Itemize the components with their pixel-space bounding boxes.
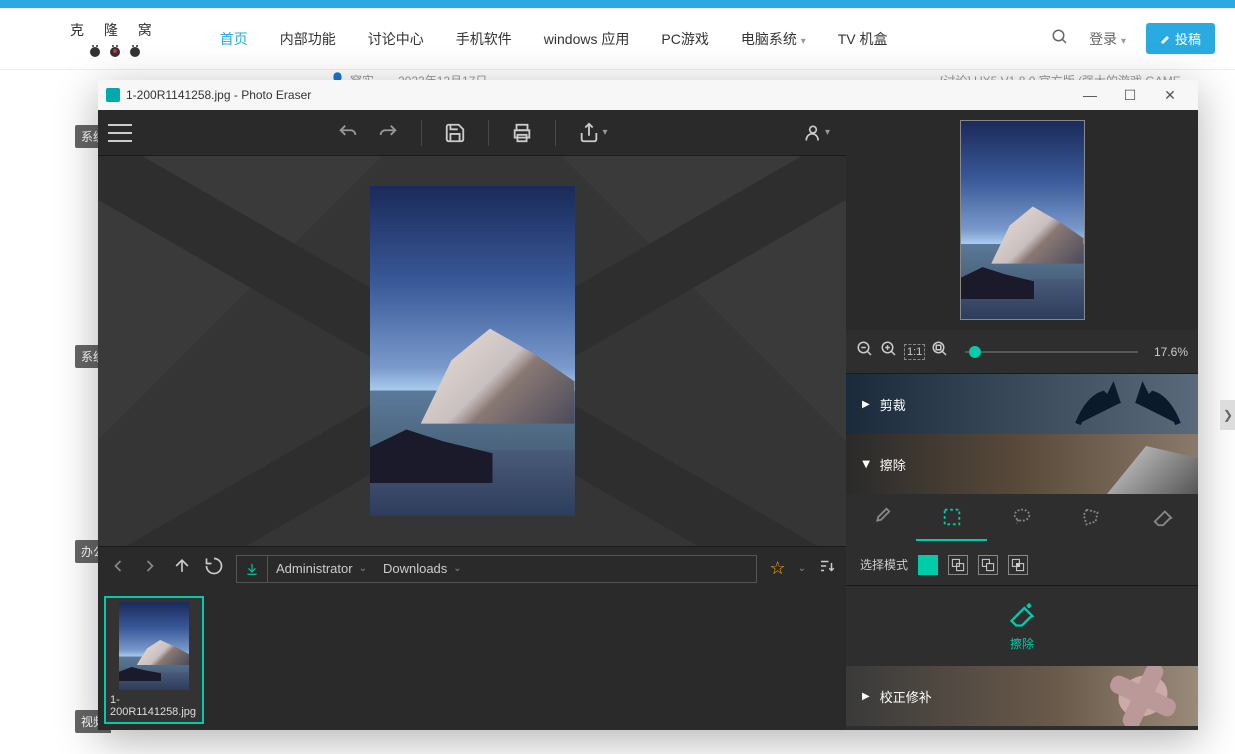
maximize-button[interactable]: ☐	[1110, 81, 1150, 109]
back-button[interactable]	[108, 556, 128, 581]
nav-discuss[interactable]: 讨论中心	[368, 29, 424, 49]
zoom-controls: 1:1 17.6%	[846, 330, 1198, 374]
nav-home[interactable]: 首页	[220, 29, 248, 49]
nav-windows[interactable]: windows 应用	[544, 29, 630, 49]
hands-silhouette-icon	[1068, 379, 1188, 429]
path-bar[interactable]: Administrator⌄ Downloads⌄	[236, 555, 757, 583]
refresh-button[interactable]	[204, 556, 224, 581]
lasso-tool[interactable]	[987, 494, 1057, 541]
app-icon	[106, 88, 120, 102]
erase-action-button[interactable]: 擦除	[846, 586, 1198, 666]
window-title: 1-200R1141258.jpg - Photo Eraser	[126, 88, 311, 102]
mode-intersect[interactable]	[1008, 555, 1028, 575]
sort-button[interactable]	[818, 557, 836, 580]
save-button[interactable]	[444, 122, 466, 144]
contribute-button[interactable]: 投稿	[1146, 23, 1215, 54]
login-link[interactable]: 登录 ▾	[1089, 29, 1126, 49]
tools-pane: 1:1 17.6% ▶ 剪裁 ▶ 擦除	[846, 110, 1198, 730]
panel-inpaint[interactable]: ▶ 校正修补	[846, 666, 1198, 726]
zoom-fit-icon[interactable]	[931, 340, 949, 363]
bandage-icon	[1113, 669, 1174, 724]
chevron-down-icon: ▶	[860, 460, 871, 468]
bug-icon	[127, 42, 143, 58]
user-menu[interactable]: ▾	[803, 123, 830, 143]
top-toolbar: ▾ ▾	[98, 110, 846, 156]
chevron-right-icon: ▶	[862, 691, 870, 702]
zoom-out-icon[interactable]	[856, 340, 874, 363]
editor-pane: ▾ ▾	[98, 110, 846, 730]
panel-erase[interactable]: ▶ 擦除	[846, 434, 1198, 494]
logo-text: 克 隆 窝	[70, 20, 160, 40]
panel-crop[interactable]: ▶ 剪裁	[846, 374, 1198, 434]
eraser-image-icon	[1068, 434, 1198, 494]
search-icon[interactable]	[1051, 28, 1069, 49]
nav-mobile[interactable]: 手机软件	[456, 29, 512, 49]
erase-tools-row	[846, 494, 1198, 544]
share-button[interactable]: ▾	[578, 122, 607, 144]
zoom-slider[interactable]	[965, 351, 1138, 353]
mode-add[interactable]	[948, 555, 968, 575]
mode-new[interactable]	[918, 555, 938, 575]
panel-inpaint-label: 校正修补	[880, 687, 932, 706]
nav-system[interactable]: 电脑系统 ▾	[741, 29, 806, 49]
nav-pcgames[interactable]: PC游戏	[661, 29, 708, 49]
bug-icon	[107, 42, 123, 58]
photo-eraser-window: 1-200R1141258.jpg - Photo Eraser — ☐ ✕ ▾	[98, 80, 1198, 730]
side-expand-arrow[interactable]: ❯	[1220, 400, 1235, 430]
mode-subtract[interactable]	[978, 555, 998, 575]
redo-button[interactable]	[377, 122, 399, 144]
canvas-area[interactable]	[98, 156, 846, 546]
thumbnail-item[interactable]: 1-200R1141258.jpg	[104, 596, 204, 724]
nav-internal[interactable]: 内部功能	[280, 29, 336, 49]
chevron-right-icon: ▶	[862, 399, 870, 410]
select-mode-row: 选择模式	[846, 544, 1198, 586]
site-logo[interactable]: 克 隆 窝	[70, 20, 160, 58]
minimize-button[interactable]: —	[1070, 81, 1110, 109]
download-icon[interactable]	[237, 556, 268, 582]
main-nav: 首页 内部功能 讨论中心 手机软件 windows 应用 PC游戏 电脑系统 ▾…	[220, 29, 888, 49]
path-segment-folder[interactable]: Downloads⌄	[375, 561, 470, 576]
erase-action-icon	[1008, 601, 1036, 629]
panel-crop-label: 剪裁	[880, 395, 906, 414]
print-button[interactable]	[511, 122, 533, 144]
zoom-value: 17.6%	[1154, 345, 1188, 359]
thumbnail-label: 1-200R1141258.jpg	[110, 694, 198, 718]
preview-image[interactable]	[960, 120, 1085, 320]
zoom-actual-icon[interactable]: 1:1	[904, 344, 925, 360]
menu-icon[interactable]	[108, 124, 132, 142]
site-top-stripe	[0, 0, 1235, 8]
file-nav-toolbar: Administrator⌄ Downloads⌄ ☆ ⌄	[98, 546, 846, 590]
polygon-tool[interactable]	[1057, 494, 1127, 541]
forward-button[interactable]	[140, 556, 160, 581]
up-button[interactable]	[172, 556, 192, 581]
bug-icon	[87, 42, 103, 58]
panel-erase-label: 擦除	[880, 455, 906, 474]
window-titlebar[interactable]: 1-200R1141258.jpg - Photo Eraser — ☐ ✕	[98, 80, 1198, 110]
site-header: 克 隆 窝 首页 内部功能 讨论中心 手机软件 windows 应用 PC游戏 …	[0, 8, 1235, 70]
select-mode-label: 选择模式	[860, 556, 908, 573]
preview-area	[846, 110, 1198, 330]
favorite-dropdown[interactable]: ⌄	[798, 563, 806, 574]
zoom-in-icon[interactable]	[880, 340, 898, 363]
thumbnail-strip: 1-200R1141258.jpg	[98, 590, 846, 730]
path-segment-user[interactable]: Administrator⌄	[268, 561, 375, 576]
main-image[interactable]	[370, 186, 575, 516]
eraser-tool[interactable]	[1128, 494, 1198, 541]
brush-tool[interactable]	[846, 494, 916, 541]
marquee-tool[interactable]	[916, 494, 986, 541]
erase-action-label: 擦除	[1010, 635, 1034, 652]
logo-icons	[87, 42, 143, 58]
undo-button[interactable]	[337, 122, 359, 144]
favorite-button[interactable]: ☆	[769, 558, 785, 579]
close-button[interactable]: ✕	[1150, 81, 1190, 109]
nav-tvbox[interactable]: TV 机盒	[838, 29, 888, 49]
